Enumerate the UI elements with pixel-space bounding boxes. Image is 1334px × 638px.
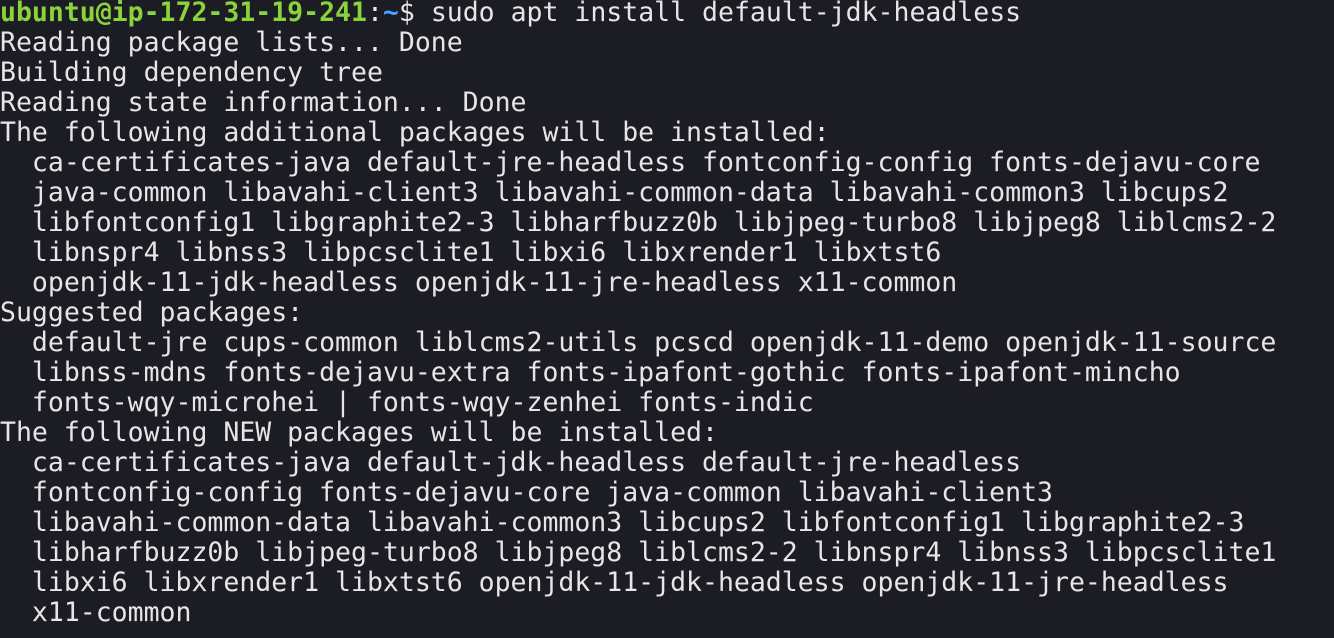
output-line: libavahi-common-data libavahi-common3 li… <box>0 507 1245 538</box>
output-line: java-common libavahi-client3 libavahi-co… <box>0 177 1229 208</box>
output-line: openjdk-11-jdk-headless openjdk-11-jre-h… <box>0 267 958 298</box>
output-line: libnspr4 libnss3 libpcsclite1 libxi6 lib… <box>0 237 942 268</box>
output-line: fonts-wqy-microhei | fonts-wqy-zenhei fo… <box>0 387 814 418</box>
prompt-path: ~ <box>382 0 399 28</box>
output-line: libharfbuzz0b libjpeg-turbo8 libjpeg8 li… <box>0 537 1277 568</box>
output-line: The following additional packages will b… <box>0 117 830 148</box>
output-line: default-jre cups-common liblcms2-utils p… <box>0 327 1277 358</box>
output-line: libnss-mdns fonts-dejavu-extra fonts-ipa… <box>0 357 1181 388</box>
output-line: libfontconfig1 libgraphite2-3 libharfbuz… <box>0 207 1277 238</box>
output-line: fontconfig-config fonts-dejavu-core java… <box>0 477 1053 508</box>
prompt-command: sudo apt install default-jdk-headless <box>414 0 1022 28</box>
terminal-window[interactable]: ubuntu@ip-172-31-19-241:~$ sudo apt inst… <box>0 0 1334 638</box>
output-line: ca-certificates-java default-jdk-headles… <box>0 447 1022 478</box>
prompt-symbol: $ <box>398 0 415 28</box>
prompt-separator: : <box>366 0 383 28</box>
output-line: Building dependency tree <box>0 57 383 88</box>
output-line: x11-common <box>0 597 192 628</box>
output-line: The following NEW packages will be insta… <box>0 417 718 448</box>
output-line: Reading package lists... Done <box>0 27 463 58</box>
prompt-line: ubuntu@ip-172-31-19-241:~$ sudo apt inst… <box>0 0 1334 28</box>
output-line: Reading state information... Done <box>0 87 527 118</box>
output-line: ca-certificates-java default-jre-headles… <box>0 147 1261 178</box>
output-line: libxi6 libxrender1 libxtst6 openjdk-11-j… <box>0 567 1229 598</box>
output-line: Suggested packages: <box>0 297 304 328</box>
prompt-user-host: ubuntu@ip-172-31-19-241 <box>0 0 367 28</box>
